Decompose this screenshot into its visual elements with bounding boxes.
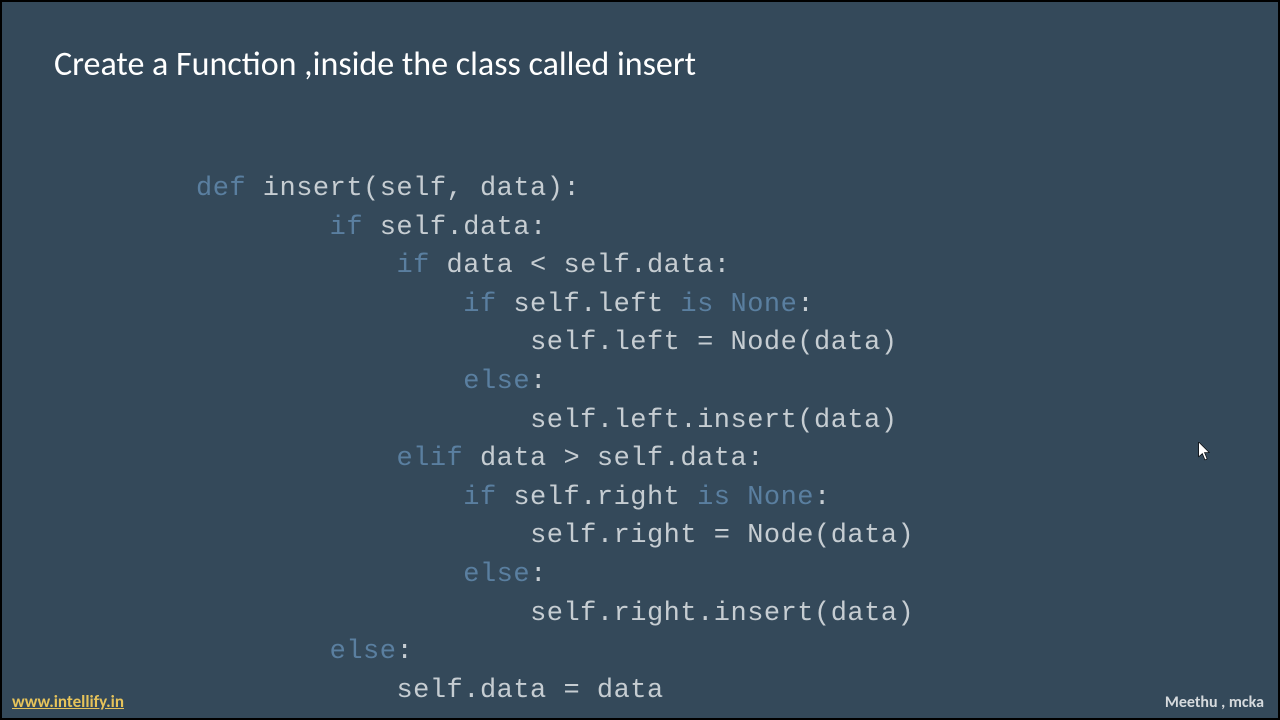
code-text: : (797, 290, 814, 320)
code-text: self.right.insert(data) (530, 599, 914, 629)
keyword-is: is (680, 290, 713, 320)
keyword-else: else (463, 560, 530, 590)
keyword-if: if (463, 290, 496, 320)
code-text: self.data: (363, 213, 547, 243)
keyword-none: None (731, 290, 798, 320)
code-text: : (530, 367, 547, 397)
keyword-if: if (463, 483, 496, 513)
slide-title: Create a Function ,inside the class call… (54, 44, 696, 85)
footer-link[interactable]: www.intellify.in (12, 691, 124, 712)
code-text: self.right = Node(data) (530, 521, 914, 551)
author-label: Meethu , mcka (1165, 693, 1264, 712)
keyword-def: def (196, 174, 246, 204)
code-text: self.left = Node(data) (530, 328, 897, 358)
keyword-none: None (747, 483, 814, 513)
code-text: : (530, 560, 547, 590)
keyword-if: if (330, 213, 363, 243)
code-text: self.left.insert(data) (530, 406, 897, 436)
code-text: : (814, 483, 831, 513)
code-text (714, 290, 731, 320)
code-text: self.left (497, 290, 681, 320)
keyword-else: else (463, 367, 530, 397)
code-text (731, 483, 748, 513)
code-text: self.right (497, 483, 697, 513)
code-text: insert(self, data): (246, 174, 580, 204)
code-text: data < self.data: (430, 251, 731, 281)
code-block: def insert(self, data): if self.data: if… (196, 170, 914, 710)
keyword-elif: elif (396, 444, 463, 474)
code-text: self.data = data (396, 676, 663, 706)
keyword-is: is (697, 483, 730, 513)
mouse-cursor-icon (1198, 442, 1212, 462)
keyword-else: else (330, 637, 397, 667)
code-text: : (396, 637, 413, 667)
keyword-if: if (396, 251, 429, 281)
code-text: data > self.data: (463, 444, 764, 474)
